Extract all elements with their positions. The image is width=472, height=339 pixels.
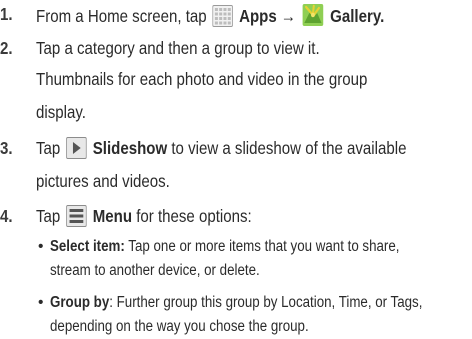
play-icon [66, 137, 87, 164]
step-2-para-line-2: display. [36, 102, 86, 122]
apps-grid-icon [212, 5, 234, 32]
step-4-text: for these options: [136, 206, 252, 226]
menu-label: Menu [92, 206, 133, 226]
menu-icon [66, 205, 87, 232]
gallery-icon [302, 3, 324, 32]
bullet-group-by-line-2: depending on the way you chose the group… [50, 318, 309, 335]
group-by-text: : Further group this group by Location, … [109, 294, 423, 311]
step-number-2: 2. [0, 38, 13, 58]
step-3-text: to view a slideshow of the available [171, 138, 407, 158]
step-1-line: From a Home screen, tap Apps → Gallery. [36, 3, 384, 32]
gallery-label: Gallery [330, 6, 381, 26]
step-2-para-line-1: Thumbnails for each photo and video in t… [36, 69, 368, 89]
slideshow-label: Slideshow [92, 138, 168, 158]
select-item-text: Tap one or more items that you want to s… [128, 238, 400, 255]
bullet-select-item-line-1: Select item: Tap one or more items that … [50, 237, 399, 257]
step-3-line-2: pictures and videos. [36, 171, 170, 191]
step-2-line: Tap a category and then a group to view … [36, 38, 320, 58]
bullet-dot: • [38, 294, 44, 311]
step-4-line: Tap Menu for these options: [36, 205, 252, 232]
step-3-tap: Tap [36, 138, 61, 158]
step-number-3: 3. [0, 138, 13, 158]
bullet-group-by-line-1: Group by: Further group this group by Lo… [50, 293, 422, 313]
step-1-text: From a Home screen, tap [36, 6, 207, 26]
apps-label: Apps [239, 6, 277, 26]
step-number-4: 4. [0, 206, 13, 226]
bullet-dot: • [38, 238, 44, 255]
step-1-period: . [380, 6, 385, 26]
select-item-label: Select item: [50, 238, 125, 255]
instructions-page: 1. From a Home screen, tap Apps → Galler… [0, 0, 472, 339]
group-by-label: Group by [50, 294, 110, 311]
arrow-glyph: → [280, 6, 296, 26]
bullet-select-item-line-2: stream to another device, or delete. [50, 262, 260, 279]
step-3-line-1: Tap Slideshow to view a slideshow of the… [36, 137, 406, 164]
step-number-1: 1. [0, 4, 13, 24]
step-4-tap: Tap [36, 206, 61, 226]
